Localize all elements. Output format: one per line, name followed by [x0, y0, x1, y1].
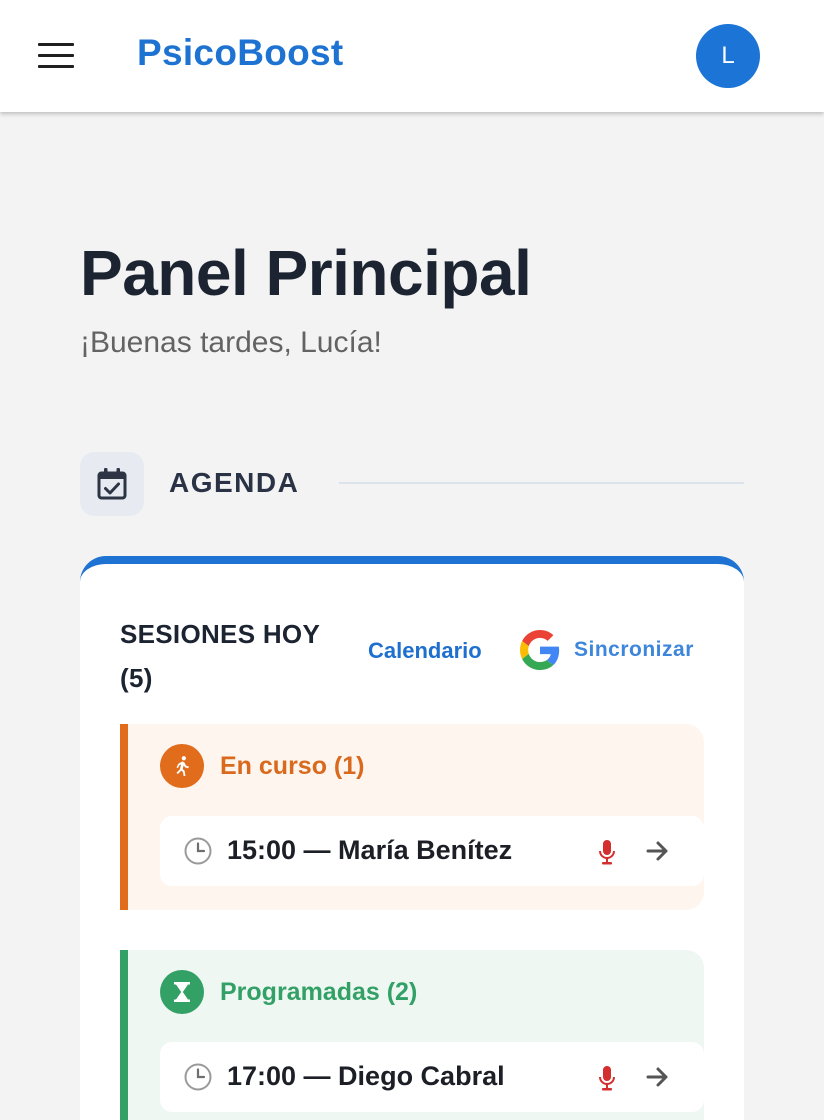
google-icon — [520, 630, 560, 670]
session-row[interactable]: 15:00 — María Benítez — [160, 816, 704, 886]
arrow-right-icon[interactable] — [646, 840, 670, 862]
sessions-today-title: SESIONES HOY (5) — [120, 619, 320, 693]
microphone-icon[interactable] — [597, 838, 617, 866]
section-title-agenda: AGENDA — [169, 467, 300, 498]
hourglass-icon — [160, 970, 204, 1014]
top-app-bar: PsicoBoost L — [0, 0, 824, 112]
section-divider — [339, 482, 744, 484]
running-person-icon — [160, 744, 204, 788]
user-avatar[interactable]: L — [696, 24, 760, 88]
session-time-patient: 15:00 — María Benítez — [227, 835, 513, 865]
app-brand[interactable]: PsicoBoost — [137, 32, 344, 74]
sessions-today-card: SESIONES HOY (5) Calendario Sincronizar … — [80, 556, 744, 1120]
microphone-icon[interactable] — [597, 1064, 617, 1092]
arrow-right-icon[interactable] — [646, 1066, 670, 1088]
menu-icon[interactable] — [38, 42, 74, 70]
group-label: Programadas (2) — [220, 977, 418, 1006]
group-header: Programadas (2) — [160, 970, 417, 1014]
group-in-progress: En curso (1) 15:00 — María Benítez — [120, 724, 704, 910]
calendar-link[interactable]: Calendario — [368, 638, 482, 664]
group-label: En curso (1) — [220, 751, 365, 780]
sync-label: Sincronizar — [574, 638, 694, 661]
group-header: En curso (1) — [160, 744, 364, 788]
greeting-text: ¡Buenas tardes, Lucía! — [80, 326, 382, 359]
session-row[interactable]: 17:00 — Diego Cabral — [160, 1042, 704, 1112]
clock-icon — [184, 837, 212, 865]
session-time-patient: 17:00 — Diego Cabral — [227, 1061, 505, 1091]
calendar-check-icon — [80, 452, 144, 516]
group-scheduled: Programadas (2) 17:00 — Diego Cabral — [120, 950, 704, 1120]
google-sync-button[interactable]: Sincronizar — [520, 630, 694, 670]
page-title: Panel Principal — [80, 237, 532, 309]
clock-icon — [184, 1063, 212, 1091]
